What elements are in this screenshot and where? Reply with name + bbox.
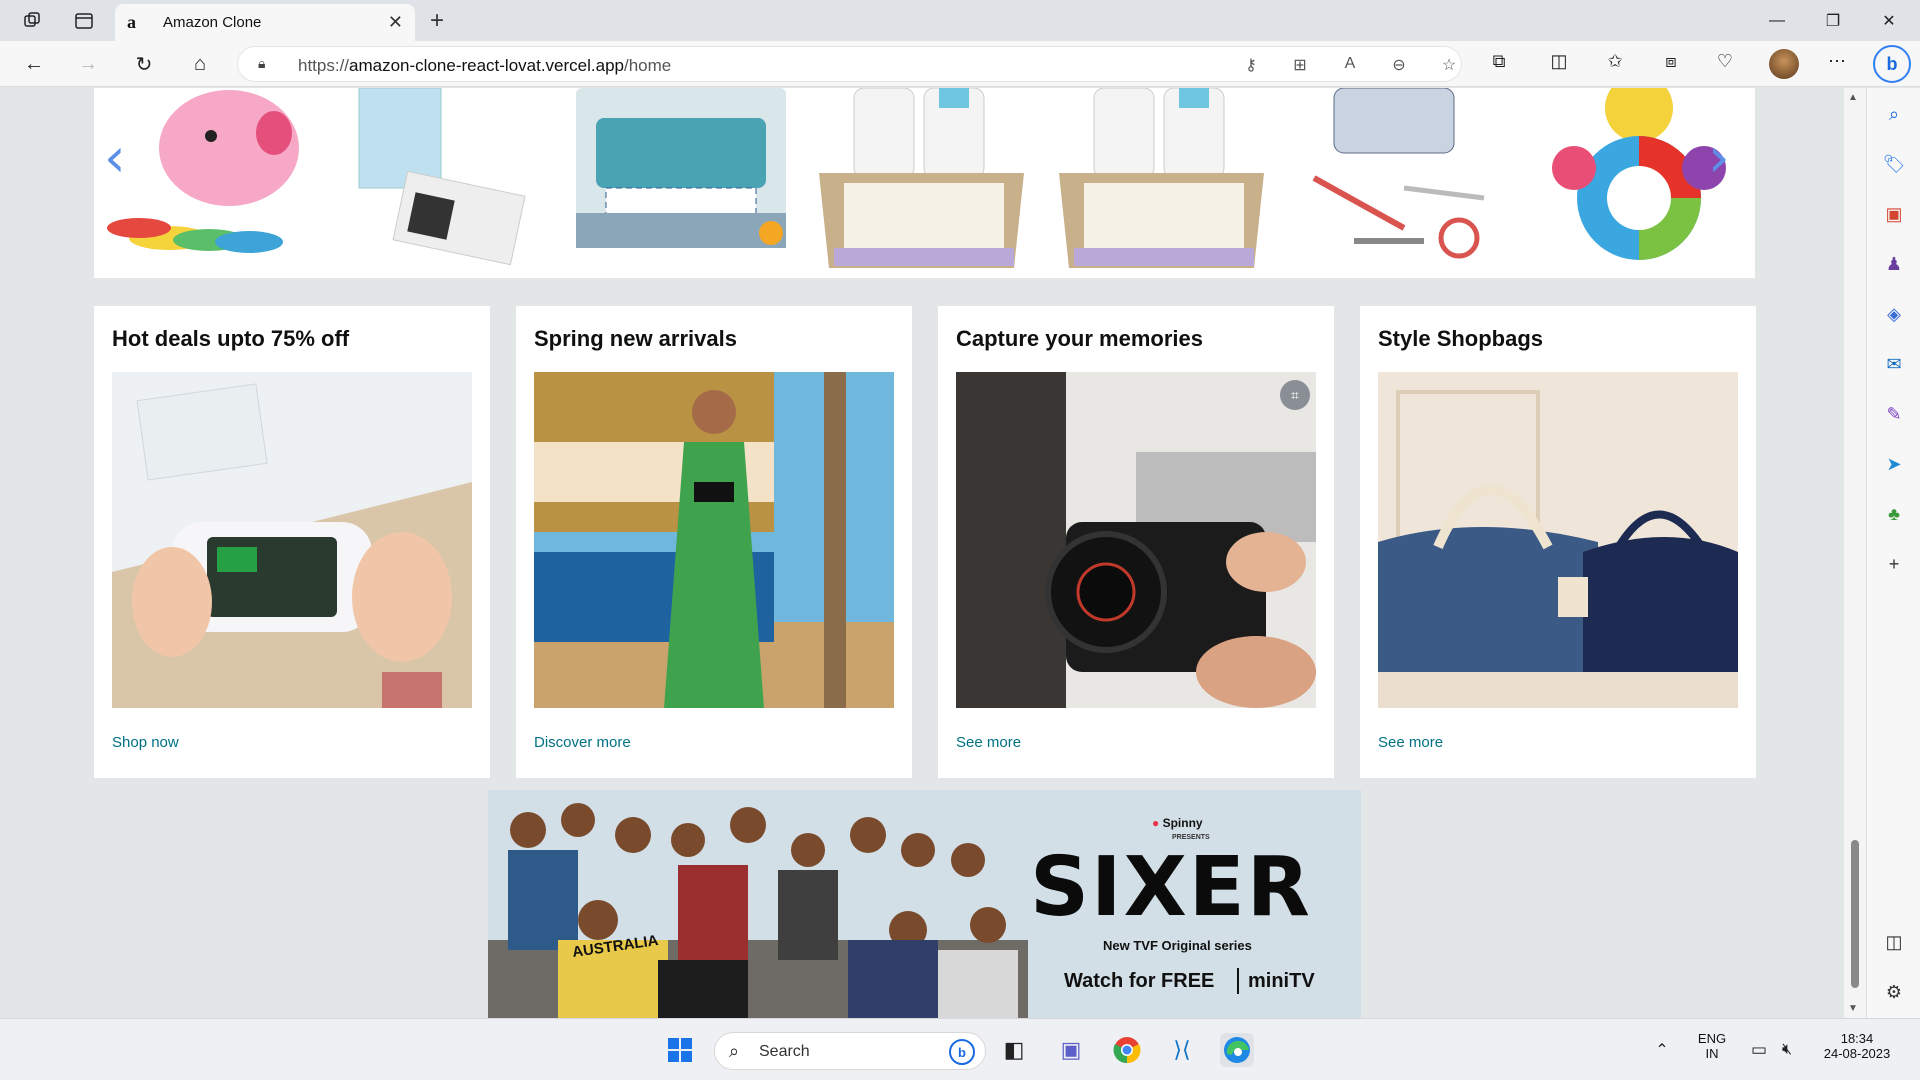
banner-cta: Watch for FREE xyxy=(1064,970,1215,992)
tab-amazon-clone[interactable]: a Amazon Clone ✕ xyxy=(115,4,415,41)
password-key-icon[interactable]: ⚷ xyxy=(1238,55,1264,75)
spinny-logo: ● Spinny xyxy=(1152,816,1203,830)
card-title: Capture your memories xyxy=(956,326,1203,351)
more-menu-icon[interactable]: ⋯ xyxy=(1822,51,1852,72)
taskbar-search[interactable]: ⌕ Search b xyxy=(714,1032,986,1070)
edge-browser-icon[interactable] xyxy=(1220,1033,1254,1067)
carousel-next-button[interactable]: › xyxy=(1708,126,1730,189)
tree-icon[interactable]: ♣ xyxy=(1880,500,1908,528)
carousel-product[interactable] xyxy=(814,88,1029,268)
card-image[interactable] xyxy=(1378,372,1738,708)
deal-card: Hot deals upto 75% off Shop now xyxy=(94,306,490,778)
tools-briefcase-icon[interactable]: ▣ xyxy=(1880,200,1908,228)
restore-button[interactable]: ❐ xyxy=(1810,6,1856,36)
shopping-tag-icon[interactable]: 🏷︎ xyxy=(1880,150,1908,178)
search-icon: ⌕ xyxy=(729,1041,740,1061)
language-indicator[interactable]: ENG IN xyxy=(1695,1031,1729,1061)
vscode-icon[interactable]: ⟩⟨ xyxy=(1165,1033,1199,1067)
browser-toolbar: ← → ↻ ⌂ 🔒︎ https://amazon-clone-react-lo… xyxy=(0,41,1920,87)
carousel-product[interactable] xyxy=(1294,88,1504,268)
profile-avatar[interactable] xyxy=(1769,49,1799,79)
settings-gear-icon[interactable]: ⚙ xyxy=(1880,978,1908,1006)
banner-subtitle: New TVF Original series xyxy=(1103,938,1252,953)
bing-icon[interactable]: b xyxy=(949,1039,975,1065)
card-image[interactable] xyxy=(534,372,894,708)
clock[interactable]: 18:34 24-08-2023 xyxy=(1812,1031,1902,1061)
carousel-product[interactable] xyxy=(99,88,319,268)
deal-card: Style Shopbags See more xyxy=(1360,306,1756,778)
product-carousel: ‹ › xyxy=(94,88,1755,278)
teams-chat-icon[interactable]: ▣ xyxy=(1054,1033,1088,1067)
tab-strip: a Amazon Clone ✕ + — ❐ ✕ xyxy=(0,0,1920,41)
microsoft-365-icon[interactable]: ◈ xyxy=(1880,300,1908,328)
lock-icon[interactable]: 🔒︎ xyxy=(258,55,265,72)
carousel-product[interactable] xyxy=(1054,88,1269,268)
card-title: Hot deals upto 75% off xyxy=(112,326,350,351)
outlook-icon[interactable]: ✉ xyxy=(1880,350,1908,378)
deal-card: Spring new arrivals Discover more xyxy=(516,306,912,778)
card-image[interactable]: ⌗ xyxy=(956,372,1316,708)
volume-muted-icon[interactable]: 🔇︎ xyxy=(1770,1033,1804,1067)
collections-icon[interactable]: ⧈ xyxy=(1656,51,1686,72)
workspaces-icon[interactable] xyxy=(18,8,46,34)
add-sidebar-app-icon[interactable]: + xyxy=(1880,550,1908,578)
chrome-icon[interactable] xyxy=(1110,1033,1144,1067)
banner-title: SIXER xyxy=(1030,840,1312,935)
windows-start-icon[interactable] xyxy=(663,1033,697,1067)
hide-sidebar-icon[interactable]: ◫ xyxy=(1880,928,1908,956)
bing-chat-icon[interactable]: b xyxy=(1873,45,1911,83)
carousel-product[interactable] xyxy=(339,88,549,268)
home-icon[interactable]: ⌂ xyxy=(184,49,216,79)
favorites-icon[interactable]: ✩ xyxy=(1600,51,1630,72)
taskbar-search-label: Search xyxy=(759,1043,810,1060)
search-icon[interactable]: ⌕ xyxy=(1880,100,1908,128)
show-hidden-icons-chevron-icon[interactable]: ⌃ xyxy=(1645,1033,1679,1067)
amazon-favicon-icon: a xyxy=(127,12,136,32)
url-text[interactable]: https://amazon-clone-react-lovat.vercel.… xyxy=(298,56,671,76)
tab-title: Amazon Clone xyxy=(163,14,262,31)
page-viewport: ‹ › Hot deals upto 75% off Shop now Spri… xyxy=(0,88,1844,1018)
split-screen-icon[interactable]: ◫ xyxy=(1544,51,1574,72)
carousel-prev-button[interactable]: ‹ xyxy=(104,126,126,189)
games-icon[interactable]: ♟ xyxy=(1880,250,1908,278)
browser-essentials-icon[interactable]: ♡ xyxy=(1710,51,1740,72)
card-title: Style Shopbags xyxy=(1378,326,1544,351)
back-arrow-icon[interactable]: ← xyxy=(18,49,50,79)
task-view-icon[interactable]: ◧ xyxy=(997,1033,1031,1067)
scroll-down-arrow-icon[interactable]: ▼ xyxy=(1848,1003,1858,1014)
page-scrollbar[interactable]: ▲ ▼ xyxy=(1844,88,1866,1018)
shop-now-link[interactable]: Shop now xyxy=(112,734,179,751)
see-more-link[interactable]: See more xyxy=(956,734,1021,751)
zoom-out-icon[interactable]: ⊖ xyxy=(1386,55,1412,75)
new-tab-button[interactable]: + xyxy=(422,6,452,36)
app-available-icon[interactable]: ⊞ xyxy=(1287,55,1313,75)
scroll-thumb[interactable] xyxy=(1851,840,1859,988)
see-more-link[interactable]: See more xyxy=(1378,734,1443,751)
refresh-icon[interactable]: ↻ xyxy=(128,49,160,79)
discover-more-link[interactable]: Discover more xyxy=(534,734,631,751)
windows-taskbar: ⌕ Search b ◧ ▣ ⟩⟨ ⌃ ENG IN ▭ 🔇︎ 18:34 24-0… xyxy=(0,1018,1920,1080)
minimize-button[interactable]: — xyxy=(1754,6,1800,36)
visual-search-icon[interactable]: ⌗ xyxy=(1280,380,1310,410)
forward-arrow-icon[interactable]: → xyxy=(72,49,104,79)
card-image[interactable] xyxy=(112,372,472,708)
favorite-star-icon[interactable]: ☆ xyxy=(1436,55,1462,75)
promo-banner[interactable]: AUSTRALIA ● Spinny PRESENTS SIXER New TV… xyxy=(488,790,1361,1018)
close-window-button[interactable]: ✕ xyxy=(1866,6,1912,36)
close-tab-icon[interactable]: ✕ xyxy=(388,12,403,33)
minitv-logo: miniTV xyxy=(1248,970,1315,992)
carousel-product[interactable] xyxy=(576,88,786,268)
designer-icon[interactable]: ✎ xyxy=(1880,400,1908,428)
read-aloud-icon[interactable]: A xyxy=(1337,55,1363,73)
telegram-icon[interactable]: ➤ xyxy=(1880,450,1908,478)
scroll-up-arrow-icon[interactable]: ▲ xyxy=(1848,92,1858,103)
address-bar[interactable]: 🔒︎ https://amazon-clone-react-lovat.verc… xyxy=(237,46,1462,82)
deal-card: Capture your memories ⌗ See more xyxy=(938,306,1334,778)
card-title: Spring new arrivals xyxy=(534,326,737,351)
vertical-tabs-icon[interactable] xyxy=(70,8,98,34)
banner-divider xyxy=(1237,968,1239,994)
extensions-icon[interactable]: ⧉ xyxy=(1484,51,1514,72)
edge-sidebar: ⌕ 🏷︎ ▣ ♟ ◈ ✉ ✎ ➤ ♣ + ◫ ⚙ xyxy=(1866,88,1920,1018)
